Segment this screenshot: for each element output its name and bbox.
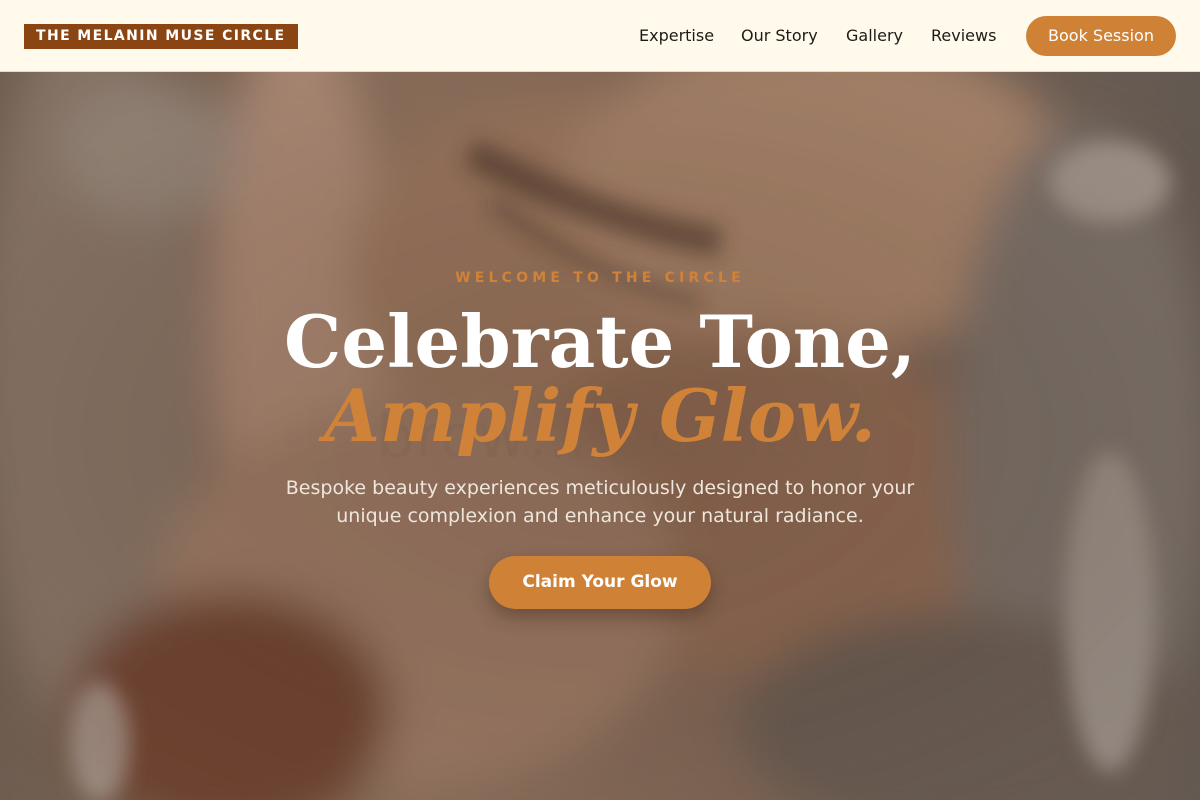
main-nav: Expertise Our Story Gallery Reviews xyxy=(0,0,1200,72)
book-session-button[interactable]: Book Session xyxy=(1026,16,1176,56)
nav-link-our-story[interactable]: Our Story xyxy=(741,25,818,47)
hero-eyebrow: WELCOME TO THE CIRCLE xyxy=(455,270,745,286)
nav-link-gallery[interactable]: Gallery xyxy=(846,25,903,47)
nav-link-expertise[interactable]: Expertise xyxy=(639,25,714,47)
hero-headline-line2: Amplify Glow. xyxy=(324,373,876,458)
hero-section: brow… beauty WELCOME TO THE CIRCLE Celeb… xyxy=(0,72,1200,800)
hero-headline-line1: Celebrate Tone, xyxy=(284,299,916,384)
nav-link-reviews[interactable]: Reviews xyxy=(931,25,996,47)
hero-subtext: Bespoke beauty experiences meticulously … xyxy=(285,477,915,527)
claim-your-glow-button[interactable]: Claim Your Glow xyxy=(489,556,711,609)
site-header: THE MELANIN MUSE CIRCLE Expertise Our St… xyxy=(0,0,1200,72)
